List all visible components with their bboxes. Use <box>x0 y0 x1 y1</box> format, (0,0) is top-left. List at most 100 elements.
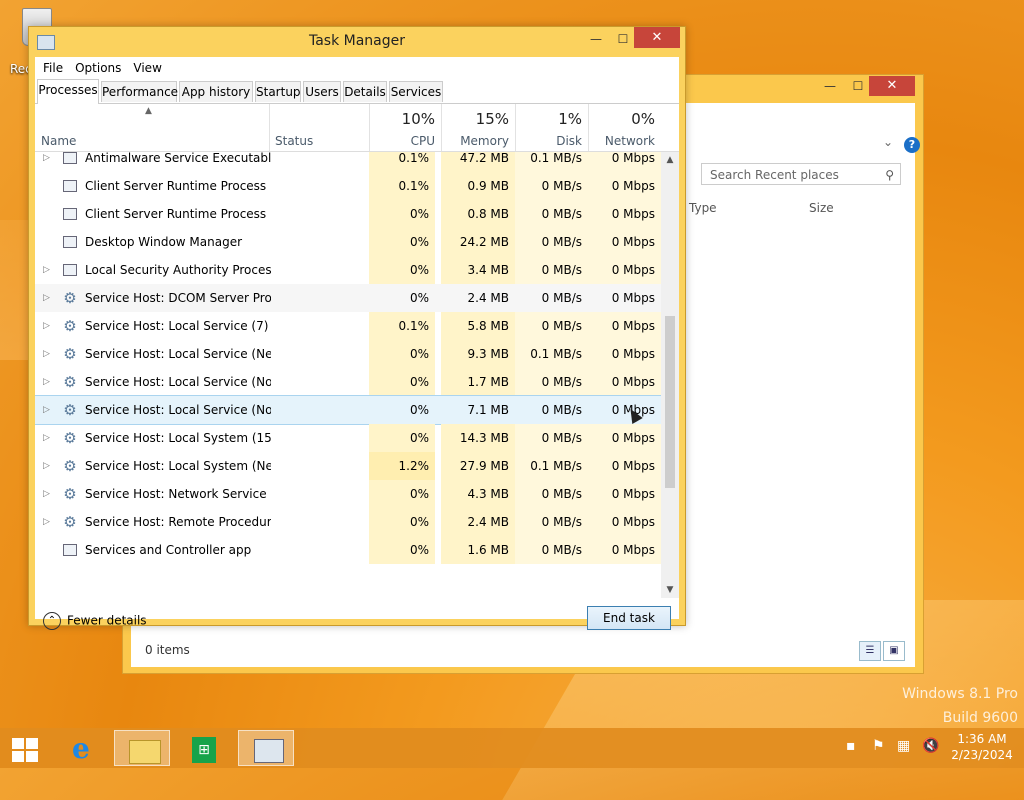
disk-value: 0.1 MB/s <box>515 452 588 480</box>
network-value: 0 Mbps <box>588 312 661 340</box>
end-task-button[interactable]: End task <box>587 606 671 630</box>
scrollbar-thumb[interactable] <box>665 316 675 488</box>
expand-arrow-icon[interactable]: ▷ <box>43 508 53 536</box>
column-header-memory[interactable]: Memory <box>441 134 509 148</box>
table-row[interactable]: ▷ ⚙ Service Host: Remote Procedure... 0%… <box>35 508 661 536</box>
table-row[interactable]: ▷ Antimalware Service Executable 0.1% 47… <box>35 152 661 172</box>
network-icon[interactable]: ▦ <box>897 738 910 754</box>
disk-value: 0 MB/s <box>515 508 588 536</box>
column-header-name[interactable]: Name <box>41 134 76 148</box>
network-value: 0 Mbps <box>588 340 661 368</box>
network-value: 0 Mbps <box>588 396 661 424</box>
network-value: 0 Mbps <box>588 536 661 564</box>
table-row[interactable]: ▷ ⚙ Service Host: Local Service (Net... … <box>35 340 661 368</box>
process-list[interactable]: ▷ Antimalware Service Executable 0.1% 47… <box>35 152 661 598</box>
table-row[interactable]: ▷ ⚙ Service Host: Local System (Net... 1… <box>35 452 661 480</box>
menu-file[interactable]: File <box>37 61 69 75</box>
network-value: 0 Mbps <box>588 480 661 508</box>
tab-performance[interactable]: Performance <box>101 81 178 102</box>
details-view-button[interactable]: ☰ <box>859 641 881 661</box>
minimize-button[interactable]: — <box>817 77 843 95</box>
task-manager-taskbar-button[interactable] <box>238 730 294 766</box>
tab-startup[interactable]: Startup <box>255 81 301 102</box>
memory-value: 2.4 MB <box>441 284 515 312</box>
table-row[interactable]: ▷ ⚙ Service Host: DCOM Server Proc... 0%… <box>35 284 661 312</box>
expand-arrow-icon[interactable]: ▷ <box>43 152 53 172</box>
cpu-value: 0% <box>369 508 435 536</box>
column-header-size[interactable]: Size <box>809 201 834 215</box>
tab-details[interactable]: Details <box>343 81 387 102</box>
file-explorer-button[interactable] <box>114 730 170 766</box>
internet-explorer-button[interactable]: e <box>56 730 112 766</box>
table-row[interactable]: ▷ ⚙ Service Host: Local Service (7) 0.1%… <box>35 312 661 340</box>
process-name: Service Host: Network Service (4) <box>85 487 271 501</box>
memory-value: 0.9 MB <box>441 172 515 200</box>
expand-arrow-icon[interactable]: ▷ <box>43 284 53 312</box>
disk-value: 0 MB/s <box>515 172 588 200</box>
expand-arrow-icon[interactable]: ▷ <box>43 424 53 452</box>
memory-value: 1.7 MB <box>441 368 515 396</box>
large-icons-view-button[interactable]: ▣ <box>883 641 905 661</box>
task-manager-window[interactable]: Task Manager — ☐ ✕ File Options View Pro… <box>28 26 686 630</box>
column-header-network[interactable]: Network <box>588 134 655 148</box>
clock-date: 2/23/2024 <box>951 748 1013 762</box>
scroll-up-arrow-icon[interactable]: ▲ <box>661 152 679 168</box>
table-row[interactable]: ▷ Local Security Authority Process 0% 3.… <box>35 256 661 284</box>
search-icon[interactable]: ⚲ <box>885 164 894 186</box>
windows-logo-icon <box>12 738 38 762</box>
store-button[interactable]: ⊞ <box>176 730 232 766</box>
expand-arrow-icon[interactable]: ▷ <box>43 452 53 480</box>
table-row[interactable]: ▷ ⚙ Service Host: Local System (15) 0% 1… <box>35 424 661 452</box>
flag-icon[interactable]: ⚑ <box>872 738 885 754</box>
network-value: 0 Mbps <box>588 508 661 536</box>
tab-processes[interactable]: Processes <box>37 79 99 104</box>
expand-arrow-icon[interactable]: ▷ <box>43 256 53 284</box>
column-header-status[interactable]: Status <box>275 134 313 148</box>
table-row[interactable]: ▷ ⚙ Service Host: Network Service (4) 0%… <box>35 480 661 508</box>
collapse-chevron-icon: ⌃ <box>43 612 61 630</box>
fewer-details-link[interactable]: ⌃ Fewer details <box>43 612 147 630</box>
table-row-selected[interactable]: ▷ ⚙ Service Host: Local Service (No ... … <box>35 395 661 425</box>
tab-services[interactable]: Services <box>389 81 443 102</box>
expand-arrow-icon[interactable]: ▷ <box>43 396 53 424</box>
search-input[interactable]: Search Recent places ⚲ <box>701 163 901 185</box>
maximize-button[interactable]: ☐ <box>845 77 871 95</box>
expand-arrow-icon[interactable]: ▷ <box>43 340 53 368</box>
disk-value: 0 MB/s <box>515 396 588 424</box>
menu-options[interactable]: Options <box>69 61 127 75</box>
table-row[interactable]: Desktop Window Manager 0% 24.2 MB 0 MB/s… <box>35 228 661 256</box>
close-button[interactable]: ✕ <box>869 76 915 96</box>
action-center-icon[interactable]: ▪ <box>846 738 856 754</box>
table-row[interactable]: Client Server Runtime Process 0.1% 0.9 M… <box>35 172 661 200</box>
task-manager-titlebar[interactable]: Task Manager — ☐ ✕ <box>29 27 685 57</box>
maximize-button[interactable]: ☐ <box>610 29 636 49</box>
system-clock[interactable]: 1:36 AM 2/23/2024 <box>950 731 1014 763</box>
table-row[interactable]: ▷ ⚙ Service Host: Local Service (No I...… <box>35 368 661 396</box>
process-name: Client Server Runtime Process <box>85 207 267 221</box>
table-row[interactable]: Client Server Runtime Process 0% 0.8 MB … <box>35 200 661 228</box>
column-header-type[interactable]: Type <box>689 201 717 215</box>
table-row[interactable]: Services and Controller app 0% 1.6 MB 0 … <box>35 536 661 564</box>
close-button[interactable]: ✕ <box>634 27 680 48</box>
menu-view[interactable]: View <box>127 61 167 75</box>
expand-arrow-icon[interactable]: ▷ <box>43 368 53 396</box>
column-header-cpu[interactable]: CPU <box>369 134 435 148</box>
vertical-scrollbar[interactable]: ▲ ▼ <box>661 152 679 598</box>
memory-value: 3.4 MB <box>441 256 515 284</box>
minimize-button[interactable]: — <box>583 29 609 49</box>
expand-arrow-icon[interactable]: ▷ <box>43 480 53 508</box>
window-icon <box>63 208 77 220</box>
start-button[interactable] <box>0 730 56 766</box>
column-header-disk[interactable]: Disk <box>515 134 582 148</box>
help-icon[interactable]: ? <box>904 137 920 153</box>
tab-app-history[interactable]: App history <box>179 81 253 102</box>
chevron-down-icon[interactable]: ⌄ <box>883 135 893 149</box>
volume-muted-icon[interactable]: 🔇 <box>922 738 939 754</box>
tab-users[interactable]: Users <box>303 81 341 102</box>
expand-arrow-icon[interactable]: ▷ <box>43 312 53 340</box>
column-divider[interactable] <box>269 104 270 151</box>
process-name: Service Host: Local Service (Net... <box>85 347 271 361</box>
process-name: Service Host: Local Service (No ... <box>85 403 271 417</box>
gear-icon: ⚙ <box>63 317 77 335</box>
scroll-down-arrow-icon[interactable]: ▼ <box>661 582 679 598</box>
